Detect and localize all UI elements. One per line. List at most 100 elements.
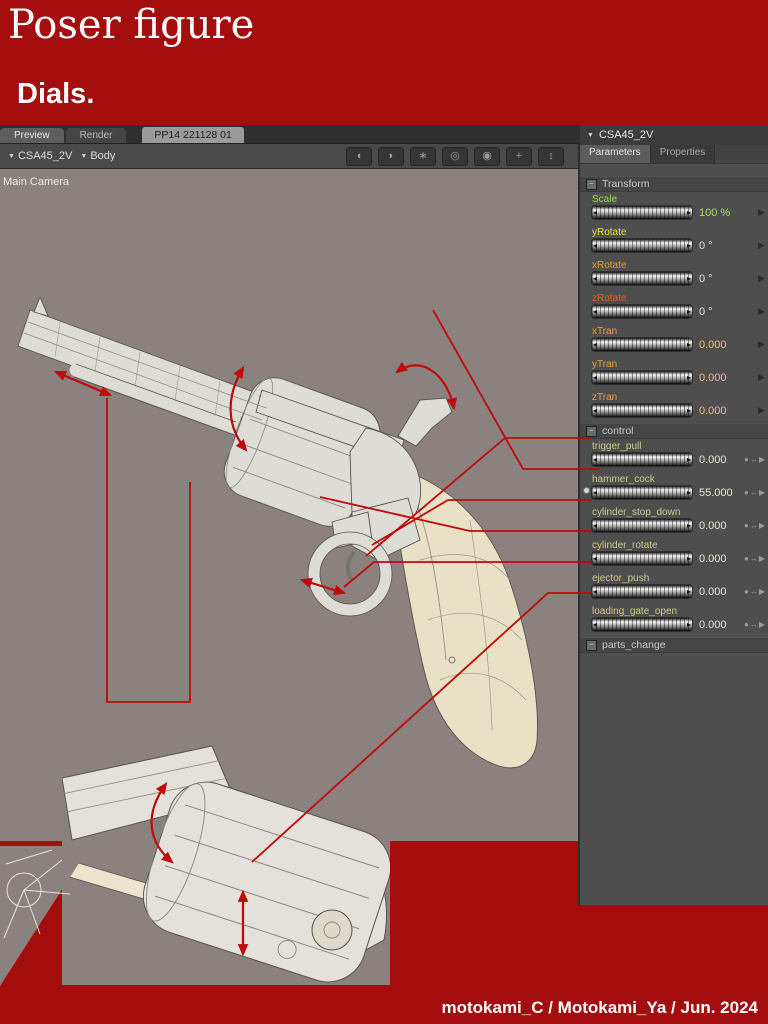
dial-next-icon[interactable]: ▶	[758, 339, 765, 350]
dial-value[interactable]: 0 °	[699, 273, 749, 285]
dial-left-arrow-icon[interactable]: ◂	[592, 208, 598, 217]
dial-options-icons[interactable]: ●↔▶	[744, 521, 766, 530]
dial-hammer_cock[interactable]: ◂ ▸	[592, 486, 692, 499]
dial-yTran[interactable]: ◂ ▸	[592, 371, 692, 384]
dial-value[interactable]: 0.000	[699, 339, 749, 351]
dial-value[interactable]: 55.000	[699, 487, 744, 499]
dial-row-hammer_cock: hammer_cock ◂ ▸ 55.000 ●↔▶	[580, 474, 768, 505]
corner-inset-image	[0, 838, 100, 988]
body-part-selector[interactable]: ▼ Body	[80, 150, 115, 162]
dial-options-icons[interactable]: ●↔▶	[744, 488, 766, 497]
dial-options-icons[interactable]: ●↔▶	[744, 455, 766, 464]
dial-right-arrow-icon[interactable]: ▸	[686, 554, 692, 563]
scene-toolbar: ▼ CSA45_2V ▼ Body ◖ ◗ ∗ ◎ ◉ + ↕	[0, 143, 578, 169]
dial-left-arrow-icon[interactable]: ◂	[592, 521, 598, 530]
group-label: control	[602, 425, 634, 437]
dial-value[interactable]: 0.000	[699, 405, 749, 417]
dial-left-arrow-icon[interactable]: ◂	[592, 587, 598, 596]
page: Poser figure Dials. Preview Render PP14 …	[0, 0, 768, 1024]
dial-right-arrow-icon[interactable]: ▸	[686, 455, 692, 464]
dial-next-icon[interactable]: ▶	[758, 405, 765, 416]
collapse-icon[interactable]: −	[586, 425, 597, 437]
dial-right-arrow-icon[interactable]: ▸	[686, 373, 692, 382]
move-xy-icon[interactable]: +	[506, 146, 532, 166]
dial-left-arrow-icon[interactable]: ◂	[592, 554, 598, 563]
dial-right-arrow-icon[interactable]: ▸	[686, 406, 692, 415]
chevron-down-icon: ▼	[80, 152, 88, 160]
dial-value[interactable]: 0.000	[699, 586, 744, 598]
dial-right-arrow-icon[interactable]: ▸	[686, 488, 692, 497]
dial-value[interactable]: 0.000	[699, 454, 744, 466]
document-title-field[interactable]: PP14 221128 01	[142, 127, 244, 143]
dial-next-icon[interactable]: ▶	[758, 306, 765, 317]
dial-right-arrow-icon[interactable]: ▸	[686, 274, 692, 283]
dial-right-arrow-icon[interactable]: ▸	[686, 241, 692, 250]
dial-value[interactable]: 0.000	[699, 372, 749, 384]
tab-preview[interactable]: Preview	[0, 128, 64, 143]
dial-options-icons[interactable]: ●↔▶	[744, 554, 766, 563]
dial-value[interactable]: 0.000	[699, 520, 744, 532]
dial-left-arrow-icon[interactable]: ◂	[592, 620, 598, 629]
dial-cylinder_rotate[interactable]: ◂ ▸	[592, 552, 692, 565]
tab-render[interactable]: Render	[65, 128, 127, 143]
collapse-icon[interactable]: −	[586, 639, 597, 651]
dial-right-arrow-icon[interactable]: ▸	[686, 587, 692, 596]
dial-left-arrow-icon[interactable]: ◂	[592, 455, 598, 464]
dial-options-icons[interactable]: ●↔▶	[744, 620, 766, 629]
panel-tab-parameters[interactable]: Parameters	[580, 145, 651, 163]
dial-left-arrow-icon[interactable]: ◂	[592, 406, 598, 415]
figure-selector[interactable]: ▼ CSA45_2V	[8, 150, 72, 162]
collapse-icon[interactable]: −	[586, 178, 597, 190]
dial-value[interactable]: 0 °	[699, 306, 749, 318]
dial-ejector_push[interactable]: ◂ ▸	[592, 585, 692, 598]
dial-label: xTran	[592, 326, 618, 337]
dial-next-icon[interactable]: ▶	[758, 207, 765, 218]
dial-label: ejector_push	[592, 573, 650, 584]
dial-left-arrow-icon[interactable]: ◂	[592, 340, 598, 349]
body-part-selector-label: Body	[90, 150, 116, 162]
dial-row-yTran: yTran ◂ ▸ 0.000 ▶	[580, 359, 768, 390]
flyaround-camera-icon[interactable]: ◎	[442, 146, 468, 166]
move-z-icon[interactable]: ↕	[538, 146, 564, 166]
dial-right-arrow-icon[interactable]: ▸	[686, 208, 692, 217]
group-header-parts_change[interactable]: − parts_change	[580, 637, 768, 653]
group-header-Transform[interactable]: − Transform	[580, 176, 768, 192]
panel-figure-header[interactable]: ▼ CSA45_2V	[580, 125, 768, 145]
dial-value[interactable]: 0.000	[699, 619, 744, 631]
viewport[interactable]: Main Camera	[0, 169, 578, 841]
dial-Scale[interactable]: ◂ ▸	[592, 206, 692, 219]
dial-options-icons[interactable]: ●↔▶	[744, 587, 766, 596]
dial-right-arrow-icon[interactable]: ▸	[686, 521, 692, 530]
group-header-control[interactable]: − control	[580, 423, 768, 439]
dial-left-arrow-icon[interactable]: ◂	[592, 307, 598, 316]
dial-zRotate[interactable]: ◂ ▸	[592, 305, 692, 318]
dial-xTran[interactable]: ◂ ▸	[592, 338, 692, 351]
dial-left-arrow-icon[interactable]: ◂	[592, 241, 598, 250]
dial-value[interactable]: 100 %	[699, 207, 749, 219]
dial-next-icon[interactable]: ▶	[758, 273, 765, 284]
panel-figure-title: CSA45_2V	[598, 129, 654, 141]
dial-right-arrow-icon[interactable]: ▸	[686, 340, 692, 349]
dial-yRotate[interactable]: ◂ ▸	[592, 239, 692, 252]
face-camera-right-icon[interactable]: ◗	[378, 146, 404, 166]
dial-row-zTran: zTran ◂ ▸ 0.000 ▶	[580, 392, 768, 423]
document-tabbar: Preview Render PP14 221128 01	[0, 125, 578, 143]
dial-left-arrow-icon[interactable]: ◂	[592, 274, 598, 283]
dial-zTran[interactable]: ◂ ▸	[592, 404, 692, 417]
dial-xRotate[interactable]: ◂ ▸	[592, 272, 692, 285]
dial-next-icon[interactable]: ▶	[758, 372, 765, 383]
dial-right-arrow-icon[interactable]: ▸	[686, 620, 692, 629]
trackball-icon[interactable]: ◉	[474, 146, 500, 166]
face-camera-left-icon[interactable]: ◖	[346, 146, 372, 166]
dial-loading_gate_open[interactable]: ◂ ▸	[592, 618, 692, 631]
dial-left-arrow-icon[interactable]: ◂	[592, 488, 598, 497]
dial-value[interactable]: 0 °	[699, 240, 749, 252]
hand-camera-icon[interactable]: ∗	[410, 146, 436, 166]
dial-left-arrow-icon[interactable]: ◂	[592, 373, 598, 382]
panel-tab-properties[interactable]: Properties	[650, 145, 716, 163]
dial-value[interactable]: 0.000	[699, 553, 744, 565]
dial-trigger_pull[interactable]: ◂ ▸	[592, 453, 692, 466]
dial-next-icon[interactable]: ▶	[758, 240, 765, 251]
dial-cylinder_stop_down[interactable]: ◂ ▸	[592, 519, 692, 532]
dial-right-arrow-icon[interactable]: ▸	[686, 307, 692, 316]
